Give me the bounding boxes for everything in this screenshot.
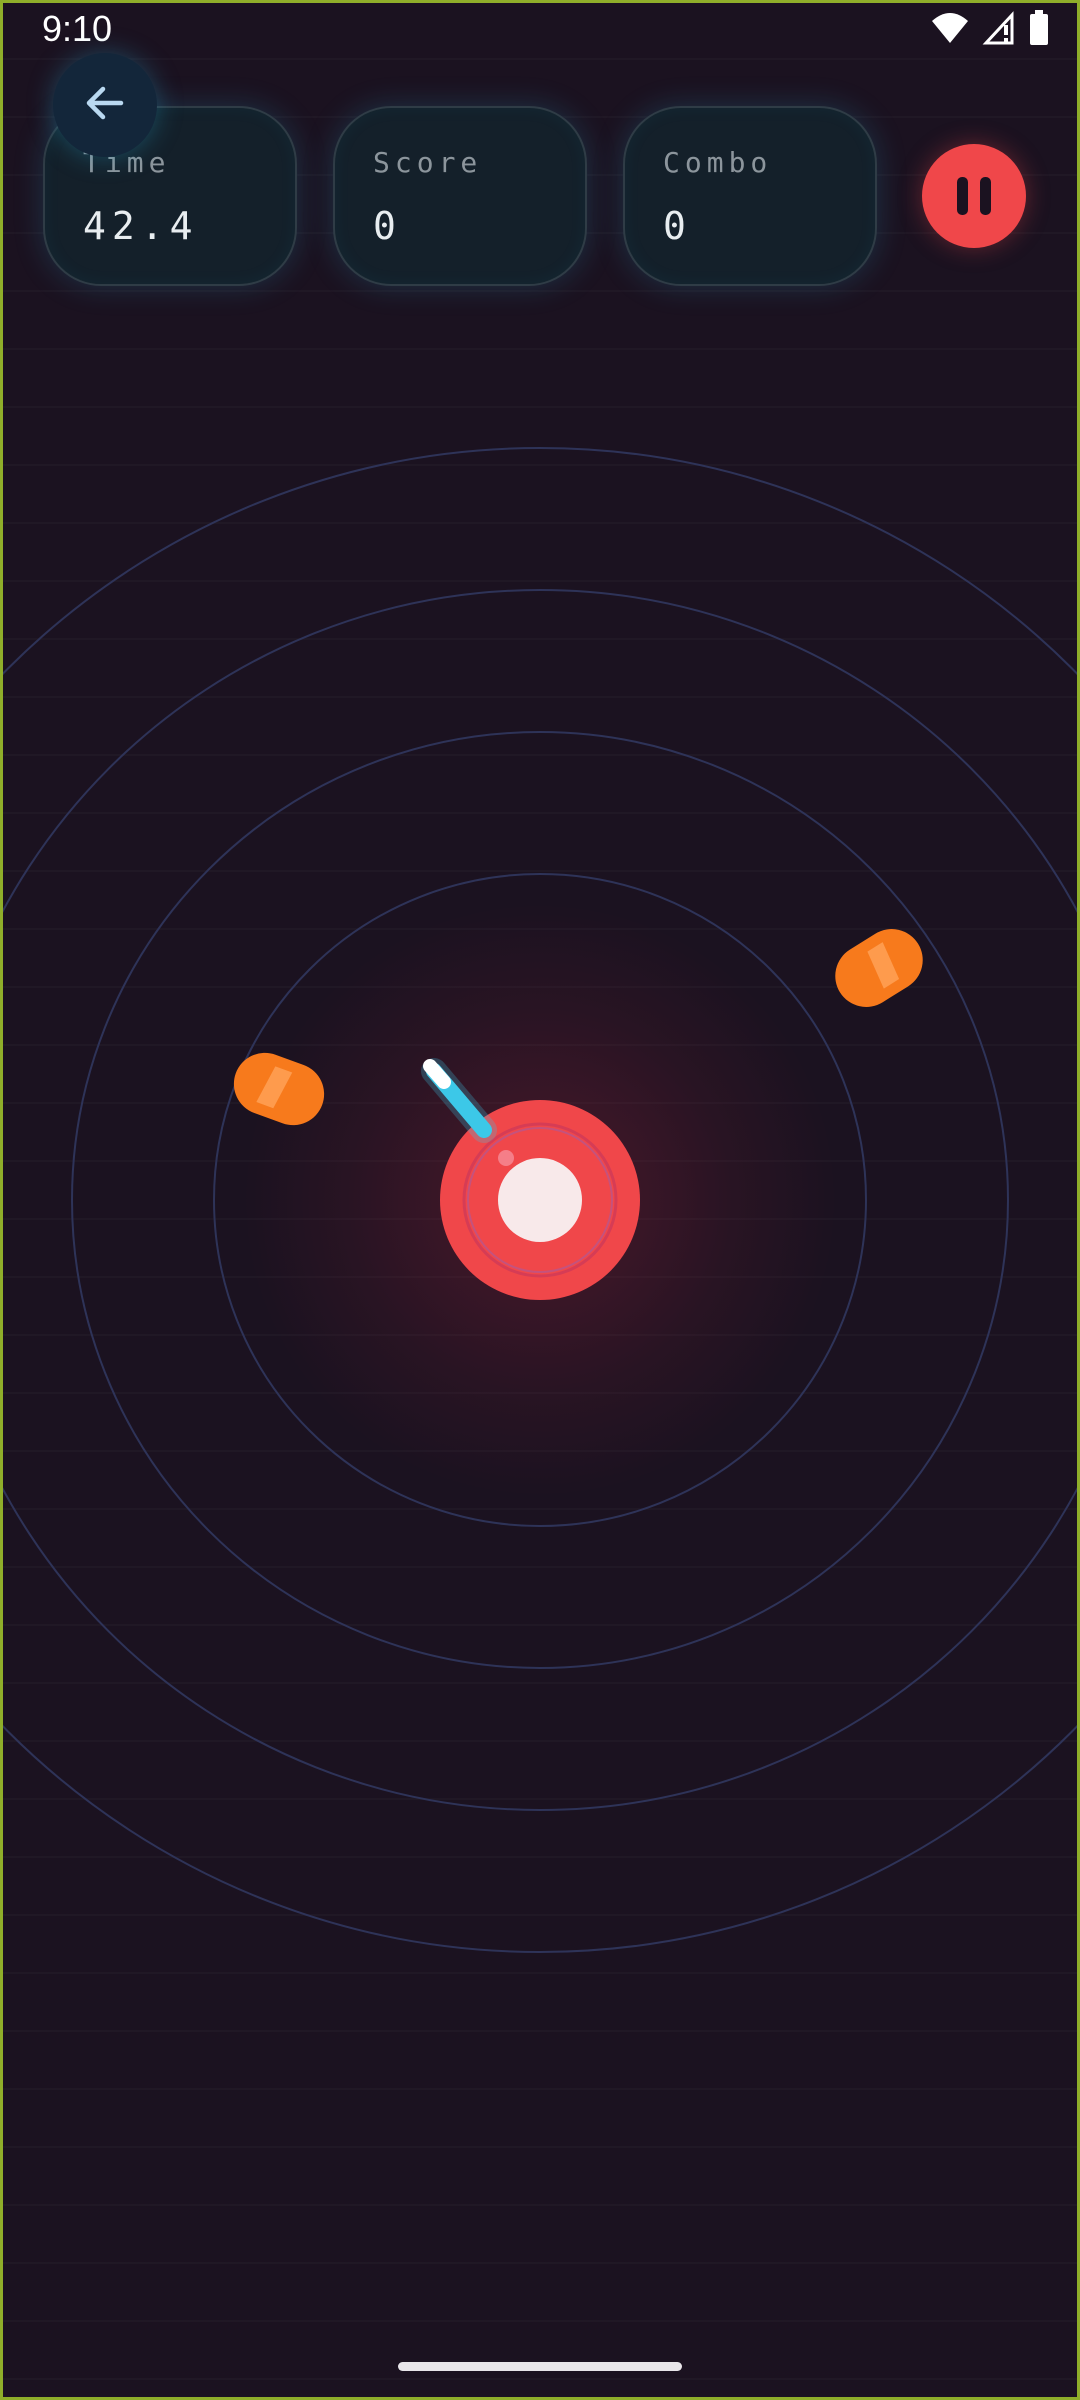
pause-button[interactable] <box>922 144 1026 248</box>
pause-icon-bar <box>980 177 991 215</box>
enemy-capsule-right <box>835 929 923 1007</box>
score-value: 0 <box>373 204 402 248</box>
status-time: 9:10 <box>42 8 113 49</box>
cell-signal-icon <box>982 11 1016 49</box>
arrow-left-icon <box>81 79 129 131</box>
game-arena[interactable] <box>0 0 1080 2400</box>
score-card: Score 0 <box>333 106 587 286</box>
player-blade <box>421 1058 497 1143</box>
score-label: Score <box>373 146 483 179</box>
enemy-capsule-left <box>233 1052 325 1126</box>
pause-icon <box>957 177 968 215</box>
status-bar: 9:10 <box>0 0 1080 60</box>
wifi-icon <box>930 11 970 49</box>
combo-card: Combo 0 <box>623 106 877 286</box>
time-value: 42.4 <box>83 204 199 248</box>
combo-value: 0 <box>663 204 692 248</box>
back-button[interactable] <box>53 53 157 157</box>
home-indicator[interactable] <box>398 2362 682 2371</box>
combo-label: Combo <box>663 146 773 179</box>
status-icons <box>930 10 1050 50</box>
battery-icon <box>1028 10 1050 50</box>
